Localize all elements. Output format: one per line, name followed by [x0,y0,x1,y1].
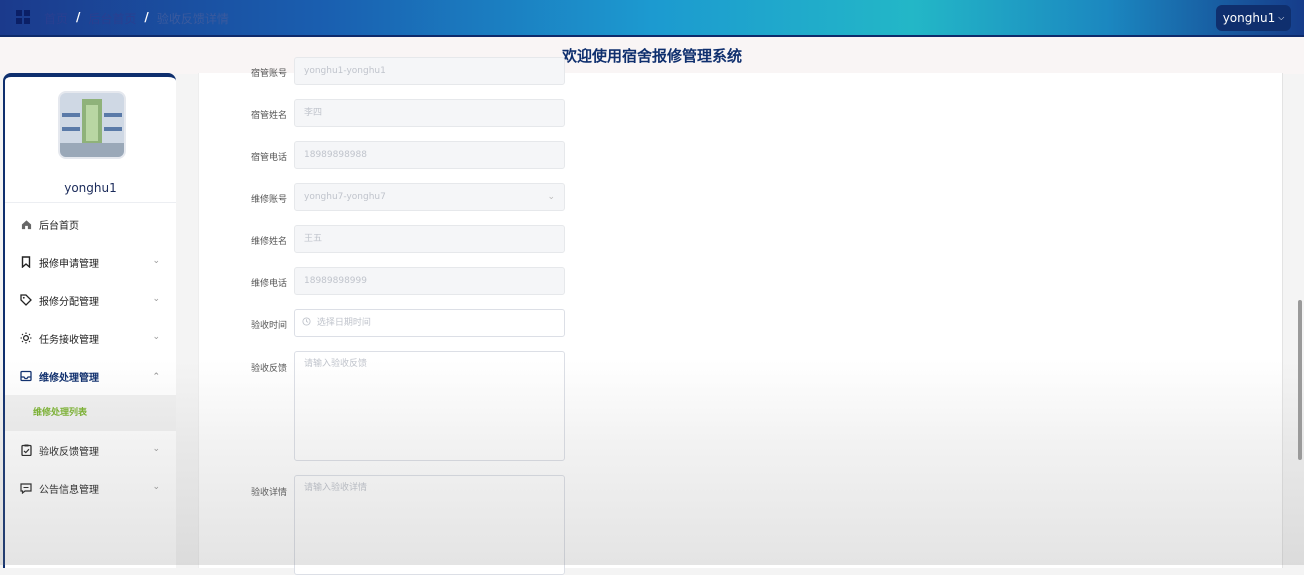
chevron-down-icon: ⌄ [152,332,160,342]
sidebar: yonghu1 后台首页 报修申请管理 ⌄ 报修分配管理 ⌄ 任务接收管理 ⌄ … [3,73,176,568]
breadcrumb-current: 验收反馈详情 [156,12,229,26]
chevron-down-icon: ⌄ [152,444,160,454]
chevron-down-icon: ⌄ [152,482,160,492]
sidebar-item-label: 后台首页 [39,220,79,232]
sidebar-item-dashboard[interactable]: 后台首页 [5,205,176,243]
scrollbar-thumb[interactable] [1298,300,1302,460]
chevron-down-icon: ⌄ [152,256,160,266]
dorm-name-field[interactable]: 李四 [294,99,565,127]
apps-grid-icon[interactable] [16,10,31,25]
submenu-item-repair-list[interactable]: 维修处理列表 [5,395,176,431]
repair-phone-field[interactable]: 18989898999 [294,267,565,295]
breadcrumb-home[interactable]: 首页 [44,10,68,27]
sidebar-item-task-receive[interactable]: 任务接收管理 ⌄ [5,319,176,357]
clock-icon [302,317,311,328]
sidebar-item-label: 维修处理管理 [39,372,99,384]
field-label: 维修电话 [250,279,287,289]
chevron-down-icon: ⌄ [547,192,555,202]
clipboard-check-icon [20,444,32,456]
sidebar-item-label: 任务接收管理 [39,334,99,346]
sidebar-item-repair-assign[interactable]: 报修分配管理 ⌄ [5,281,176,319]
sidebar-item-label: 公告信息管理 [39,484,99,496]
field-label: 维修姓名 [250,237,287,247]
top-navbar: 首页 / 后台首页 / 验收反馈详情 yonghu1 ⌵ [0,0,1304,37]
sidebar-item-announcement[interactable]: 公告信息管理 ⌄ [5,469,176,507]
acceptance-time-placeholder: 选择日期时间 [316,318,371,328]
breadcrumb-separator: / [76,10,81,24]
title-bar: 欢迎使用宿舍报修管理系统 [0,37,1304,74]
field-label: 宿管账号 [250,69,287,79]
bookmark-icon [20,256,32,268]
field-label: 宿管电话 [250,153,287,163]
chevron-down-icon: ⌵ [1278,13,1285,22]
field-label: 宿管姓名 [250,111,287,121]
user-menu-button[interactable]: yonghu1 ⌵ [1216,5,1291,31]
field-label: 验收详情 [250,488,287,498]
avatar [58,91,126,159]
sidebar-item-label: 报修申请管理 [39,258,99,270]
sidebar-item-label: 报修分配管理 [39,296,99,308]
acceptance-feedback-textarea[interactable]: 请输入验收反馈 [294,351,565,461]
message-icon [20,482,32,494]
acceptance-time-picker[interactable]: 选择日期时间 [294,309,565,337]
dorm-account-select[interactable]: yonghu1-yonghu1 [294,57,565,85]
sidebar-item-repair-process[interactable]: 维修处理管理 ⌃ [5,357,176,395]
inbox-icon [20,370,32,382]
repair-account-value: yonghu7-yonghu7 [304,192,386,202]
home-icon [20,218,32,230]
acceptance-detail-textarea[interactable]: 请输入验收详情 [294,475,565,575]
tag-icon [20,294,32,306]
repair-account-select[interactable]: yonghu7-yonghu7 ⌄ [294,183,565,211]
sidebar-item-label: 验收反馈管理 [39,446,99,458]
field-label: 验收时间 [250,321,287,331]
divider [5,202,176,203]
dorm-phone-field[interactable]: 18989898988 [294,141,565,169]
sidebar-item-repair-request[interactable]: 报修申请管理 ⌄ [5,243,176,281]
user-menu-label: yonghu1 [1222,11,1276,25]
field-label: 维修账号 [250,195,287,205]
chevron-up-icon: ⌃ [152,372,160,382]
breadcrumb-separator: / [144,10,149,24]
repair-name-field[interactable]: 王五 [294,225,565,253]
breadcrumb: 首页 / 后台首页 / 验收反馈详情 [44,10,229,27]
form-panel: 宿管账号 yonghu1-yonghu1 宿管姓名 李四 宿管电话 189898… [198,57,1283,575]
page-title: 欢迎使用宿舍报修管理系统 [561,47,742,65]
breadcrumb-dashboard[interactable]: 后台首页 [88,10,136,27]
sun-icon [20,332,32,344]
field-label: 验收反馈 [250,364,287,374]
sidebar-item-acceptance-feedback[interactable]: 验收反馈管理 ⌄ [5,431,176,469]
chevron-down-icon: ⌄ [152,294,160,304]
sidebar-username: yonghu1 [64,181,117,195]
